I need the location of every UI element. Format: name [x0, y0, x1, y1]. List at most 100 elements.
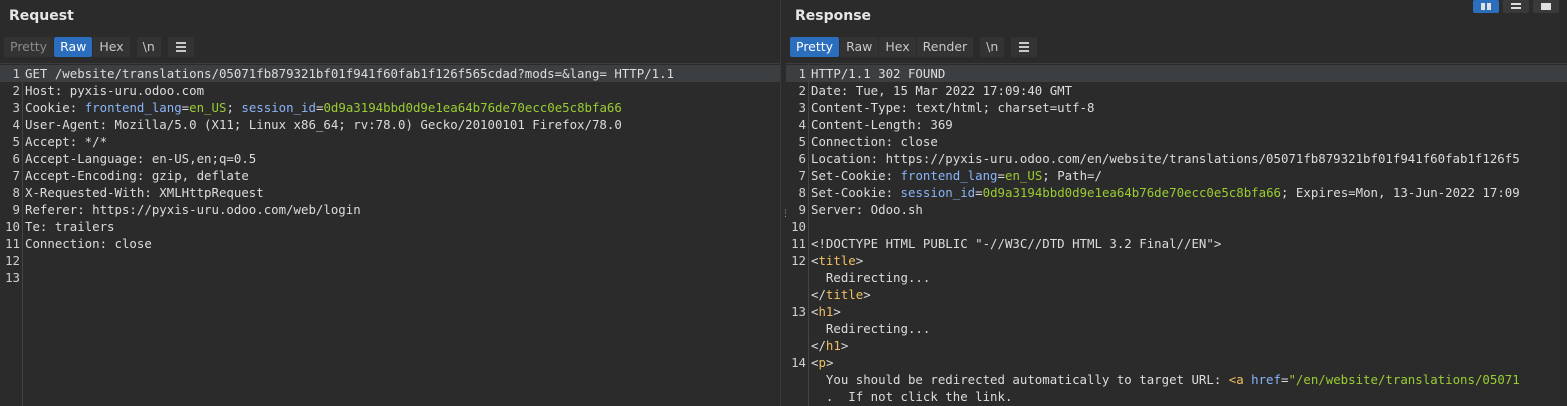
divider-grip-icon[interactable]: ⋮	[781, 210, 790, 219]
code-text: Content-Type: text/html; charset=utf-8	[811, 99, 1094, 116]
code-text: Redirecting...	[811, 320, 930, 337]
code-text: Connection: close	[811, 133, 938, 150]
token-key: Te: trailers	[25, 219, 115, 234]
code-text: Referer: https://pyxis-uru.odoo.com/web/…	[25, 201, 361, 218]
code-line[interactable]: 1 GET /website/translations/05071fb879321…	[0, 65, 780, 82]
code-text: Accept: */*	[25, 133, 107, 150]
code-line[interactable]: 5 Connection: close	[786, 133, 1567, 150]
token-key: >	[855, 253, 864, 268]
code-line[interactable]: 3 Content-Type: text/html; charset=utf-8	[786, 99, 1567, 116]
tab-pretty[interactable]: Pretty	[4, 37, 54, 57]
tab-raw[interactable]: Raw	[54, 37, 93, 57]
split-horizontal-view-icon[interactable]	[1473, 0, 1499, 13]
token-key: Accept: */*	[25, 134, 108, 149]
token-key: . If not click the link.	[811, 389, 1013, 404]
line-number: 9	[798, 202, 806, 217]
code-line[interactable]: 10 Te: trailers	[0, 218, 780, 235]
token-key: </	[811, 287, 826, 302]
tab-hex[interactable]: Hex	[93, 37, 130, 57]
request-pane: Request Pretty Raw Hex \n 1 GET /website/tra…	[0, 0, 780, 406]
tab-hex[interactable]: Hex	[879, 37, 916, 57]
split-vertical-view-icon[interactable]	[1503, 0, 1529, 13]
hamburger-menu-icon[interactable]	[1011, 37, 1038, 57]
token-key: Referer: https://pyxis-uru.odoo.com/web/…	[25, 202, 361, 217]
token-tag: title	[825, 287, 864, 302]
code-line[interactable]: 7 Accept-Encoding: gzip, deflate	[0, 167, 780, 184]
line-number: 7	[12, 168, 20, 183]
code-text: Cookie: frontend_lang=en_US; session_id=…	[25, 99, 622, 116]
code-text: Location: https://pyxis-uru.odoo.com/en/…	[811, 150, 1520, 167]
code-line[interactable]: 2 Date: Tue, 15 Mar 2022 17:09:40 GMT	[786, 82, 1567, 99]
code-line[interactable]: 9 Referer: https://pyxis-uru.odoo.com/web…	[0, 201, 780, 218]
token-tag: p	[818, 355, 826, 370]
request-title: Request	[9, 8, 74, 24]
code-text: </title>	[811, 286, 871, 303]
line-number: 9	[12, 202, 20, 217]
code-line[interactable]: 14 <p>	[786, 354, 1567, 371]
code-line[interactable]: 3 Cookie: frontend_lang=en_US; session_id…	[0, 99, 780, 116]
request-editor[interactable]: 1 GET /website/translations/05071fb879321…	[0, 63, 780, 406]
response-toolbar: Pretty Raw Hex Render \n	[790, 37, 1038, 57]
code-line[interactable]: Redirecting...	[786, 320, 1567, 337]
token-key: ; Expires=Mon, 13-Jun-2022 17:09	[1281, 185, 1520, 200]
tab-raw[interactable]: Raw	[840, 37, 879, 57]
code-line[interactable]: </h1>	[786, 337, 1567, 354]
tab-newline[interactable]: \n	[980, 37, 1005, 57]
token-key: Set-Cookie:	[811, 185, 901, 200]
token-key: Host: pyxis-uru.odoo.com	[25, 83, 205, 98]
code-line[interactable]: 12	[0, 252, 780, 269]
code-line[interactable]: 6 Location: https://pyxis-uru.odoo.com/en…	[786, 150, 1567, 167]
token-cval: 0d9a3194bbd0d9e1ea64b76de70ecc0e5c8bfa66	[323, 100, 622, 115]
code-line[interactable]: 10	[786, 218, 1567, 235]
code-line[interactable]: 11 <!DOCTYPE HTML PUBLIC "-//W3C//DTD HTM…	[786, 235, 1567, 252]
code-line[interactable]: 7 Set-Cookie: frontend_lang=en_US; Path=/	[786, 167, 1567, 184]
line-number: 7	[798, 168, 806, 183]
tab-render[interactable]: Render	[916, 37, 974, 57]
token-key: Location: https://pyxis-uru.odoo.com/en/…	[811, 151, 1520, 166]
code-line[interactable]: </title>	[786, 286, 1567, 303]
code-line[interactable]: 5 Accept: */*	[0, 133, 780, 150]
line-number: 1	[798, 66, 806, 81]
code-line[interactable]: 2 Host: pyxis-uru.odoo.com	[0, 82, 780, 99]
line-number: 13	[5, 270, 20, 285]
line-number: 13	[791, 304, 806, 319]
token-tag: h1	[818, 304, 834, 319]
code-text: <p>	[811, 354, 833, 371]
line-number: 12	[5, 253, 20, 268]
token-key: Server: Odoo.sh	[811, 202, 923, 217]
code-line[interactable]: You should be redirected automatically t…	[786, 371, 1567, 388]
tab-pretty[interactable]: Pretty	[790, 37, 840, 57]
code-line[interactable]: 11 Connection: close	[0, 235, 780, 252]
tab-newline[interactable]: \n	[136, 37, 161, 57]
code-line[interactable]: 9 Server: Odoo.sh	[786, 201, 1567, 218]
token-key: Connection: close	[811, 134, 938, 149]
code-line[interactable]: 8 Set-Cookie: session_id=0d9a3194bbd0d9e1…	[786, 184, 1567, 201]
token-key: <!DOCTYPE HTML PUBLIC "-//W3C//DTD HTML …	[811, 236, 1222, 251]
line-number: 4	[798, 117, 806, 132]
token-key: >	[863, 287, 871, 302]
single-view-icon[interactable]	[1533, 0, 1559, 13]
code-line[interactable]: Redirecting...	[786, 269, 1567, 286]
code-line[interactable]: 12 <title>	[786, 252, 1567, 269]
code-line[interactable]: 13 <h1>	[786, 303, 1567, 320]
code-line[interactable]: 8 X-Requested-With: XMLHttpRequest	[0, 184, 780, 201]
code-line[interactable]: . If not click the link.	[786, 388, 1567, 405]
code-text: Date: Tue, 15 Mar 2022 17:09:40 GMT	[811, 82, 1072, 99]
line-number: 6	[12, 151, 20, 166]
code-line[interactable]: 4 Content-Length: 369	[786, 116, 1567, 133]
response-editor[interactable]: 1 HTTP/1.1 302 FOUND 2 Date: Tue, 15 Mar 20…	[786, 63, 1567, 406]
code-line[interactable]: 13	[0, 269, 780, 286]
line-number: 12	[791, 253, 806, 268]
code-text: <!DOCTYPE HTML PUBLIC "-//W3C//DTD HTML …	[811, 235, 1221, 252]
code-text: . If not click the link.	[811, 388, 1013, 405]
token-tag: title	[818, 253, 856, 268]
token-key: User-Agent: Mozilla/5.0 (X11; Linux x86_…	[25, 117, 622, 132]
hamburger-menu-icon[interactable]	[167, 37, 194, 57]
token-key: ; Path=/	[1042, 168, 1102, 183]
code-line[interactable]: 6 Accept-Language: en-US,en;q=0.5	[0, 150, 780, 167]
token-key: Date: Tue, 15 Mar 2022 17:09:40 GMT	[811, 83, 1073, 98]
code-line[interactable]: 1 HTTP/1.1 302 FOUND	[786, 65, 1567, 82]
code-line[interactable]: 4 User-Agent: Mozilla/5.0 (X11; Linux x86…	[0, 116, 780, 133]
code-text: Te: trailers	[25, 218, 115, 235]
token-key: Content-Type: text/html; charset=utf-8	[811, 100, 1095, 115]
